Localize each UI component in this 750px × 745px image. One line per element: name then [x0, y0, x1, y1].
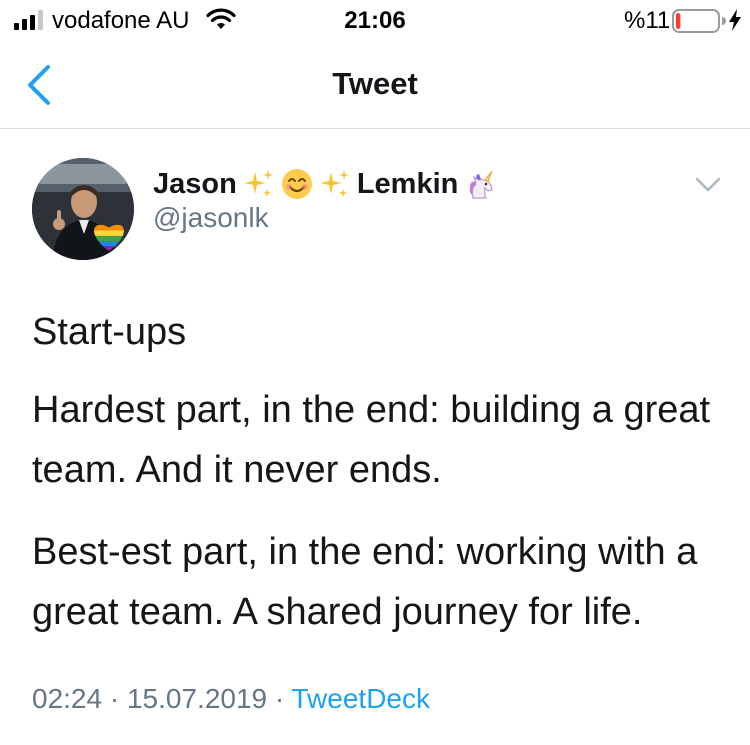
battery-percentage: %11 [624, 7, 671, 34]
author-name[interactable]: Jason Lemkin [153, 166, 496, 202]
battery-icon [672, 9, 726, 33]
unicorn-icon [470, 170, 494, 199]
smiling-face-icon [281, 169, 312, 199]
author-first-name: Jason [153, 167, 237, 200]
tweet-meta: 02:24 · 15.07.2019 · TweetDeck [32, 683, 430, 715]
meta-separator: · [274, 683, 285, 714]
status-bar: vodafone AU 21:06 %11 [0, 0, 750, 40]
page-title: Tweet [332, 66, 418, 101]
navigation-bar: Tweet [0, 44, 750, 129]
author-handle[interactable]: @jasonlk [153, 202, 269, 234]
sparkles-icon [243, 170, 273, 197]
tweet-date: 15.07.2019 [126, 683, 268, 714]
tweet-paragraph: Hardest part, in the end: building a gre… [32, 389, 711, 491]
tweet-source-link[interactable]: TweetDeck [292, 683, 431, 714]
tweet-time: 02:24 [32, 683, 103, 714]
tweet-paragraph: Start-ups [32, 311, 187, 353]
charging-bolt-icon [729, 9, 741, 31]
meta-separator: · [109, 683, 120, 714]
sparkles-icon [319, 170, 349, 197]
chevron-down-icon[interactable] [694, 176, 722, 194]
rainbow-heart-icon [94, 224, 124, 252]
avatar[interactable] [32, 158, 134, 260]
tweet-paragraph: Best-est part, in the end: working with … [32, 531, 698, 633]
author-last-name: Lemkin [356, 167, 459, 200]
